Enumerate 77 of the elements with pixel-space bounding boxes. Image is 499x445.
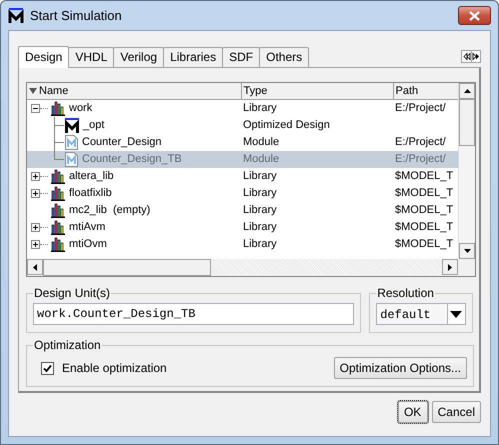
group-label: Design Unit(s) <box>33 287 112 299</box>
path-cell: $MODEL_T <box>395 221 454 233</box>
dropdown-arrow-icon <box>450 310 462 318</box>
library-icon <box>51 220 65 234</box>
tree-row[interactable]: mtiAvm Library $MODEL_T <box>27 218 458 236</box>
tree-item-label: mc2_lib (empty) <box>69 203 150 217</box>
column-header[interactable]: Name <box>39 84 68 98</box>
tree-row[interactable]: _opt Optimized Design <box>27 116 458 134</box>
logo-icon <box>8 8 24 24</box>
tree-item-label: mtiOvm <box>69 237 107 251</box>
path-cell: $MODEL_T <box>395 187 454 199</box>
optimized-design-icon <box>65 118 79 132</box>
expand-icon[interactable] <box>31 188 40 198</box>
library-icon <box>51 186 65 200</box>
path-cell: $MODEL_T <box>395 170 454 182</box>
type-cell-text: Optimized Design <box>242 118 331 133</box>
library-icon <box>51 168 65 184</box>
tab[interactable]: Others <box>259 47 310 67</box>
close-icon <box>469 10 480 20</box>
type-cell-text: Library <box>242 220 278 235</box>
library-icon <box>51 100 65 116</box>
down-arrow-icon <box>464 249 470 253</box>
checkbox-label[interactable]: Enable optimization <box>62 359 167 377</box>
type-cell: Library <box>241 168 393 184</box>
horizontal-scrollbar[interactable] <box>27 259 458 276</box>
tree-item-label: Counter_Design <box>82 135 162 149</box>
module-icon <box>65 134 78 150</box>
up-arrow-icon <box>464 89 470 93</box>
expand-icon[interactable] <box>31 222 40 232</box>
library-icon <box>51 236 65 252</box>
tree-item-label: altera_lib <box>69 169 114 183</box>
tree-row[interactable]: mtiOvm Library $MODEL_T <box>27 236 458 252</box>
design-unit-field[interactable]: work.Counter_Design_TB <box>33 303 354 325</box>
expand-icon[interactable] <box>31 172 40 180</box>
tree-item-label: _opt <box>83 118 104 132</box>
tree-row[interactable]: altera_lib Library $MODEL_T <box>27 168 458 184</box>
type-cell-text: Library <box>242 237 278 252</box>
type-cell: Module <box>241 150 393 168</box>
group-label: Resolution <box>376 287 435 299</box>
design-tree[interactable] <box>27 83 458 259</box>
path-cell: E:/Project/ <box>395 102 446 114</box>
tab-scroll-left-icon[interactable] <box>462 51 472 62</box>
dialog-button[interactable]: Cancel <box>432 401 481 423</box>
group-label: Optimization <box>33 339 102 351</box>
tree-row[interactable]: Counter_Design Module E:/Project/ <box>27 134 458 150</box>
left-arrow-icon <box>33 264 37 270</box>
close-button[interactable] <box>458 6 491 25</box>
column-header[interactable]: Type <box>244 84 268 98</box>
checkbox[interactable] <box>41 362 54 374</box>
column-menu-icon[interactable] <box>29 86 37 95</box>
path-cell: E:/Project/ <box>395 136 446 148</box>
path-cell: E:/Project/ <box>395 153 446 165</box>
tree-item-label: floatfixlib <box>69 186 112 200</box>
path-cell: $MODEL_T <box>395 238 454 250</box>
window-title: Start Simulation <box>30 6 122 25</box>
tree-row[interactable]: mc2_lib (empty) Library $MODEL_T <box>27 202 458 218</box>
right-arrow-icon <box>448 264 452 270</box>
tree-item-label: mtiAvm <box>69 220 106 234</box>
module-icon <box>65 152 78 166</box>
expand-icon[interactable] <box>31 240 40 248</box>
library-icon <box>51 202 65 218</box>
optimization-options-button[interactable]: Optimization Options... <box>334 357 467 379</box>
collapse-icon[interactable] <box>31 104 40 112</box>
vertical-scrollbar[interactable] <box>458 83 475 259</box>
path-cell: $MODEL_T <box>395 204 454 216</box>
tab[interactable]: Design <box>18 46 70 68</box>
type-cell-text: Library <box>242 203 278 218</box>
resolution-dropdown[interactable]: default <box>376 303 466 325</box>
tree-row[interactable]: work Library E:/Project/ <box>27 99 458 116</box>
dialog-button[interactable]: OK <box>398 401 428 423</box>
type-cell: Library <box>241 99 393 116</box>
type-cell-text: Module <box>242 135 280 150</box>
tree-item-label: Counter_Design_TB <box>82 152 182 166</box>
type-cell-text: Library <box>242 186 278 201</box>
tree-row[interactable]: floatfixlib Library $MODEL_T <box>27 184 458 202</box>
tree-item-label: work <box>69 101 92 115</box>
tab-scroll-right-icon[interactable] <box>472 51 480 62</box>
